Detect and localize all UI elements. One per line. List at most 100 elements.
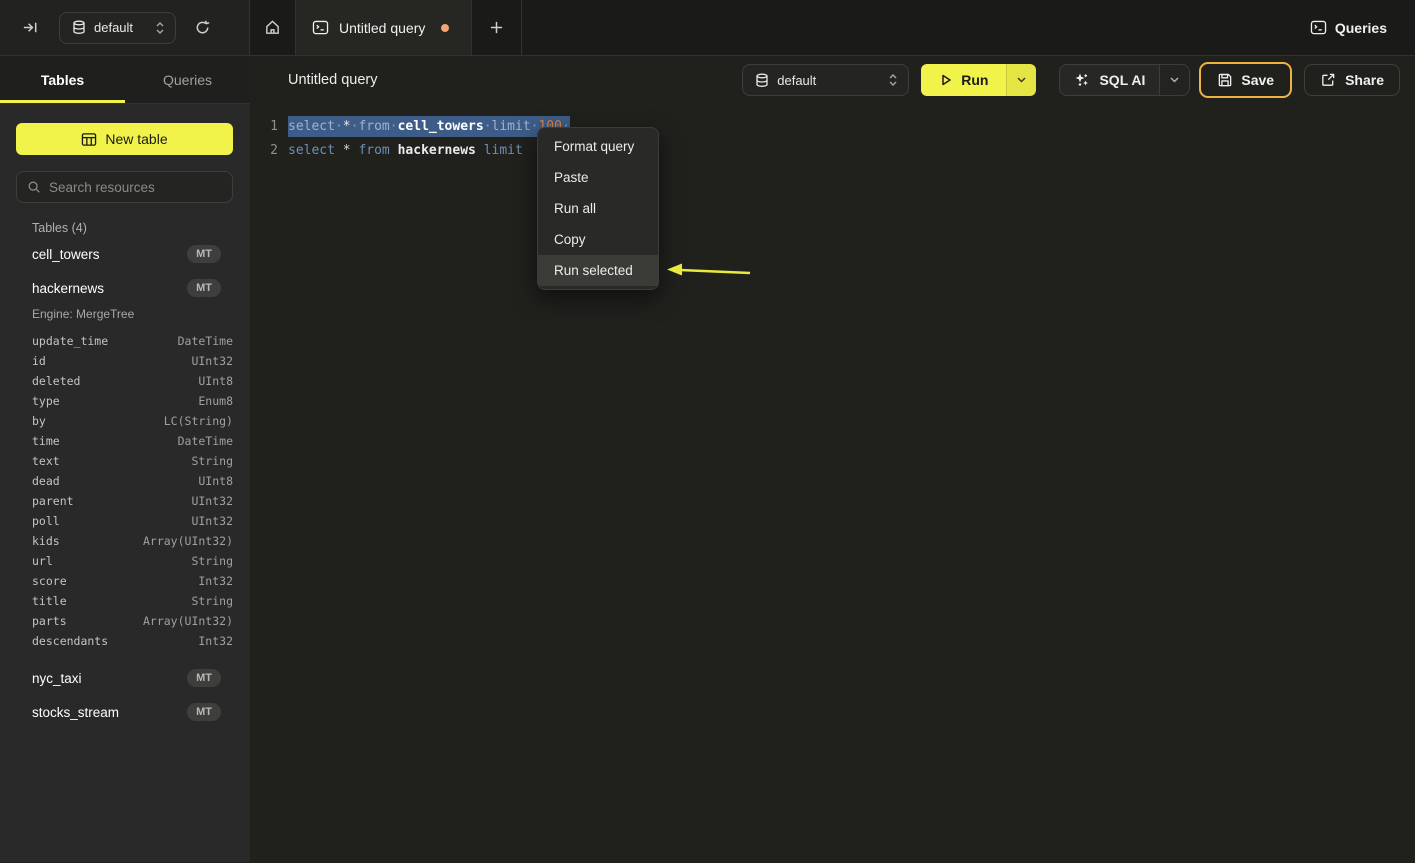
menu-item-run-all[interactable]: Run all bbox=[538, 193, 658, 224]
sidebar: Tables Queries New table Tables (4) bbox=[0, 56, 250, 862]
sidebar-table-row[interactable]: stocks_stream MT bbox=[0, 695, 250, 729]
table-engine-badge: MT bbox=[187, 279, 221, 297]
home-button[interactable] bbox=[258, 13, 287, 42]
column-name: dead bbox=[32, 474, 60, 488]
table-grid-icon bbox=[81, 132, 97, 147]
sql-ai-options-button[interactable] bbox=[1159, 65, 1189, 95]
column-name: descendants bbox=[32, 634, 108, 648]
column-row: parts Array(UInt32) bbox=[0, 611, 250, 631]
collapse-sidebar-button[interactable] bbox=[16, 13, 45, 42]
column-row: update_timeDateTime bbox=[0, 331, 250, 351]
save-button[interactable]: Save bbox=[1199, 62, 1292, 98]
updown-chevron-icon bbox=[888, 73, 898, 87]
tables-section-title: Tables (4) bbox=[32, 221, 250, 235]
table-name: stocks_stream bbox=[32, 705, 119, 720]
line-number: 2 bbox=[250, 143, 278, 158]
home-tab-section bbox=[250, 0, 296, 55]
column-name: kids bbox=[32, 534, 60, 548]
menu-item-paste[interactable]: Paste bbox=[538, 162, 658, 193]
sql-ai-label: SQL AI bbox=[1099, 72, 1145, 88]
code-line[interactable]: 2 select * from hackernews limit bbox=[250, 138, 1415, 162]
sidebar-tabs: Tables Queries bbox=[0, 56, 250, 104]
database-icon bbox=[755, 73, 769, 88]
line-content: select * from hackernews limit bbox=[288, 143, 523, 158]
column-name: text bbox=[32, 454, 60, 468]
column-row: descendantsInt32 bbox=[0, 631, 250, 651]
column-type: Int32 bbox=[198, 574, 233, 588]
sidebar-table-row[interactable]: nyc_taxiMT bbox=[0, 661, 250, 695]
column-type: DateTime bbox=[178, 434, 233, 448]
column-type: DateTime bbox=[178, 334, 233, 348]
editor-context-menu: Format queryPasteRun allCopyRun selected bbox=[537, 127, 659, 290]
column-name: poll bbox=[32, 514, 60, 528]
share-icon bbox=[1320, 72, 1336, 88]
refresh-icon bbox=[194, 19, 211, 36]
run-label: Run bbox=[961, 72, 988, 88]
share-button[interactable]: Share bbox=[1304, 64, 1400, 96]
table-engine-badge: MT bbox=[187, 703, 221, 721]
column-row: title String bbox=[0, 591, 250, 611]
column-type: Array(UInt32) bbox=[143, 614, 233, 628]
run-split-button: Run bbox=[921, 64, 1036, 96]
column-type: String bbox=[191, 594, 233, 608]
column-name: title bbox=[32, 594, 67, 608]
table-engine-label: Engine: MergeTree bbox=[0, 305, 250, 329]
new-tab-section bbox=[472, 0, 522, 55]
save-label: Save bbox=[1241, 72, 1274, 88]
chevron-down-icon bbox=[1016, 76, 1027, 84]
query-header: Untitled query default bbox=[250, 56, 1415, 104]
line-content: select·*·from·cell_towers·limit·100· bbox=[288, 116, 570, 137]
column-row: urlString bbox=[0, 551, 250, 571]
column-name: id bbox=[32, 354, 46, 368]
column-row: timeDateTime bbox=[0, 431, 250, 451]
annotation-arrow bbox=[666, 259, 756, 285]
query-database-selector[interactable]: default bbox=[742, 64, 909, 96]
table-name: hackernews bbox=[32, 281, 104, 296]
save-icon bbox=[1217, 72, 1233, 88]
column-row: poll UInt32 bbox=[0, 511, 250, 531]
column-type: UInt32 bbox=[191, 494, 233, 508]
column-name: parts bbox=[32, 614, 67, 628]
sql-editor[interactable]: 1select·*·from·cell_towers·limit·100· 2 se… bbox=[250, 104, 1415, 162]
refresh-button[interactable] bbox=[188, 13, 217, 42]
chevron-down-icon bbox=[1169, 76, 1180, 84]
run-button[interactable]: Run bbox=[921, 64, 1007, 96]
top-bar-left: default bbox=[0, 0, 250, 55]
plus-icon bbox=[489, 20, 504, 35]
column-name: parent bbox=[32, 494, 74, 508]
tab-label: Untitled query bbox=[339, 20, 425, 36]
menu-item-run-selected[interactable]: Run selected bbox=[538, 255, 658, 286]
column-type: Array(UInt32) bbox=[143, 534, 233, 548]
sql-ai-split-button: SQL AI bbox=[1059, 64, 1190, 96]
sidebar-tab-tables[interactable]: Tables bbox=[0, 56, 125, 103]
column-row: parent UInt32 bbox=[0, 491, 250, 511]
sparkle-icon bbox=[1074, 72, 1090, 88]
sidebar-table-row[interactable]: cell_towersMT bbox=[0, 237, 250, 271]
column-type: LC(String) bbox=[164, 414, 233, 428]
column-row: scoreInt32 bbox=[0, 571, 250, 591]
code-line[interactable]: 1select·*·from·cell_towers·limit·100· bbox=[250, 114, 1415, 138]
run-options-button[interactable] bbox=[1007, 64, 1036, 96]
topbar-database-selector[interactable]: default bbox=[59, 12, 176, 44]
sidebar-table-row[interactable]: hackernews MT bbox=[0, 271, 250, 305]
search-input[interactable] bbox=[49, 180, 226, 195]
column-type: UInt8 bbox=[198, 474, 233, 488]
table-columns-list: update_timeDateTimeidUInt32deletedUInt8t… bbox=[0, 329, 250, 661]
tables-list: cell_towersMT hackernews MT Engine: MergeTr… bbox=[0, 237, 250, 862]
sql-ai-button[interactable]: SQL AI bbox=[1060, 65, 1159, 95]
tab-untitled-query[interactable]: Untitled query bbox=[296, 0, 472, 55]
new-table-button[interactable]: New table bbox=[16, 123, 233, 155]
top-bar: default bbox=[0, 0, 1415, 56]
queries-button[interactable]: Queries bbox=[1310, 20, 1387, 36]
column-type: UInt32 bbox=[191, 514, 233, 528]
column-row: typeEnum8 bbox=[0, 391, 250, 411]
menu-item-format-query[interactable]: Format query bbox=[538, 131, 658, 162]
column-row: deletedUInt8 bbox=[0, 371, 250, 391]
sidebar-tab-queries[interactable]: Queries bbox=[125, 56, 250, 103]
menu-item-copy[interactable]: Copy bbox=[538, 224, 658, 255]
column-row: byLC(String) bbox=[0, 411, 250, 431]
search-box[interactable] bbox=[16, 171, 233, 203]
share-label: Share bbox=[1345, 72, 1384, 88]
updown-chevron-icon bbox=[155, 21, 165, 35]
new-tab-button[interactable] bbox=[483, 14, 510, 41]
